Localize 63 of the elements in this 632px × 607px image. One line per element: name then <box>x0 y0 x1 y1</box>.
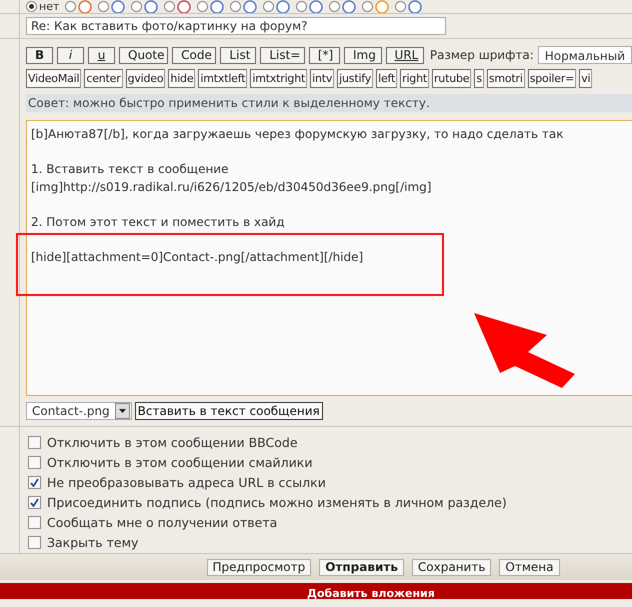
bbcode-button[interactable]: gvideo <box>126 69 166 88</box>
radio-button[interactable] <box>296 1 308 12</box>
action-button[interactable]: Отмена <box>499 558 560 576</box>
checkbox[interactable] <box>28 456 41 468</box>
radio-button[interactable] <box>65 1 76 12</box>
format-button[interactable]: Quote <box>119 46 168 64</box>
format-button[interactable]: List= <box>260 46 305 64</box>
bbcode-button[interactable]: smotri <box>486 69 525 88</box>
action-button[interactable]: Сохранить <box>412 558 492 576</box>
format-button[interactable]: List <box>220 46 256 64</box>
bbcode-button[interactable]: imtxtleft <box>198 69 248 88</box>
insert-button[interactable]: Вставить в текст сообщения <box>134 402 323 420</box>
bbcode-button[interactable]: left <box>376 69 398 88</box>
subject-field[interactable]: Re: Как вставить фото/картинку на форум? <box>26 17 446 35</box>
checkbox-label: Отключить в этом сообщении BBCode <box>47 434 298 450</box>
bbcode-button[interactable]: VideoMail <box>26 69 82 88</box>
checkbox[interactable] <box>28 516 41 528</box>
radio-button[interactable] <box>98 1 110 12</box>
bbcode-button[interactable]: center <box>84 69 123 88</box>
checkbox-label: Закрыть тему <box>47 534 138 550</box>
checkbox[interactable] <box>28 436 41 448</box>
bbcode-button[interactable]: hide <box>168 69 196 88</box>
caret-icon <box>118 409 126 413</box>
checkbox[interactable] <box>28 496 41 508</box>
format-button[interactable]: URL <box>386 46 424 64</box>
checkbox[interactable] <box>28 536 41 548</box>
font-size-label: Размер шрифта: <box>430 48 534 62</box>
bbcode-button[interactable]: imtxtright <box>250 69 308 88</box>
message-field[interactable]: [b]Анюта87[/b], когда загружаешь через форумскую загрузку, то надо сделать так 1. Вставить текст в сообщение [img]http://s019.radikal.ru/i626/1205/eb/d30450d36ee9.png[/img] 2. Потом этот текст и поместить в хайд [hide][attachment=0]Contact-.png[/attachment][/hide] <box>26 120 632 396</box>
bbcode-button[interactable]: s <box>474 69 484 88</box>
radio-button[interactable] <box>395 1 406 12</box>
hint-text: Совет: можно быстро применить стили к выделенному тексту. <box>26 94 632 112</box>
bbcode-button[interactable]: intv <box>310 69 334 88</box>
radio-button[interactable] <box>362 1 374 12</box>
bbcode-button[interactable]: right <box>400 69 429 88</box>
radio-button[interactable] <box>26 1 37 12</box>
action-button[interactable]: Отправить <box>319 558 404 576</box>
checkbox-label: Отключить в этом сообщении смайлики <box>47 454 312 470</box>
format-button[interactable]: i <box>57 46 84 64</box>
radio-label: нет <box>39 0 60 13</box>
bbcode-button[interactable]: vi <box>579 69 592 88</box>
radio-button[interactable] <box>131 1 142 12</box>
checkbox[interactable] <box>28 476 41 488</box>
checkbox-label: Не преобразовывать адреса URL в ссылки <box>47 474 326 490</box>
radio-button[interactable] <box>197 1 208 12</box>
format-button[interactable]: Img <box>344 46 382 64</box>
radio-button[interactable] <box>230 1 242 12</box>
action-button[interactable]: Предпросмотр <box>206 558 312 576</box>
format-button[interactable]: B <box>26 46 53 64</box>
bbcode-button[interactable]: justify <box>337 69 374 88</box>
font-size-select[interactable]: Нормальный <box>538 46 632 64</box>
attachment-select[interactable]: Contact-.png <box>26 402 132 420</box>
bbcode-button[interactable]: spoiler= <box>528 69 576 88</box>
format-button[interactable]: u <box>88 46 115 64</box>
radio-button[interactable] <box>263 1 274 12</box>
checkbox-label: Присоединить подпись (подпись можно изменять в личном разделе) <box>47 494 507 510</box>
checkbox-label: Сообщать мне о получении ответа <box>47 514 278 530</box>
radio-button[interactable] <box>329 1 340 12</box>
format-button[interactable]: Code <box>172 46 216 64</box>
bbcode-button[interactable]: rutube <box>432 69 472 88</box>
format-button[interactable]: [*] <box>308 46 340 64</box>
radio-button[interactable] <box>164 1 176 12</box>
section-bar: Добавить вложения <box>0 583 632 599</box>
